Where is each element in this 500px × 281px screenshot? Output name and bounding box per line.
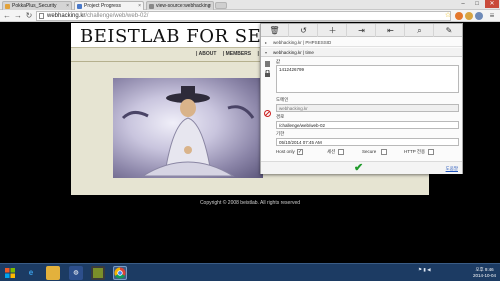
address-host: webhacking.kr — [47, 13, 86, 19]
expires-field[interactable]: 05/10/2014 07:45 AM — [276, 138, 459, 146]
collapse-arrow-icon: ▾ — [265, 50, 268, 55]
page-info-icon — [39, 13, 44, 19]
cookie-row-label: webhacking.kr | PHPSESSID — [273, 40, 332, 45]
cookie-editor-footer: ✔ 도움말 — [261, 161, 462, 174]
import-icon[interactable]: ⇥ — [348, 24, 376, 37]
menu-icon[interactable]: ≡ — [487, 11, 497, 21]
tab-label: view-source:webhacking — [156, 3, 211, 9]
add-cookie-icon[interactable]: ＋ — [319, 24, 347, 37]
expand-arrow-icon: ▸ — [265, 40, 268, 45]
tray-volume-icon[interactable]: ◀ — [427, 267, 430, 272]
back-arrow-icon[interactable]: ← — [2, 11, 12, 21]
maximize-button[interactable]: □ — [470, 0, 484, 8]
app-icon[interactable]: ◍ — [69, 266, 83, 280]
close-tab-icon[interactable]: × — [66, 2, 69, 10]
start-windows-icon[interactable] — [3, 266, 17, 280]
clock-date: 2014-10-04 — [472, 273, 496, 278]
tab-favicon-icon — [5, 4, 10, 9]
tab-favicon-icon — [149, 4, 154, 9]
minimize-button[interactable]: – — [456, 0, 470, 8]
httponly-checkbox[interactable] — [428, 149, 434, 155]
address-bar[interactable]: webhacking.kr/challenge/web/web-02/ — [36, 11, 451, 21]
app-icon[interactable] — [91, 266, 105, 280]
cookie-row-selected[interactable]: ▾ webhacking.kr | time — [261, 48, 462, 57]
help-link[interactable]: 도움말 — [446, 166, 458, 172]
httponly-label: HTTP 전용 — [404, 149, 426, 154]
file-explorer-icon[interactable] — [46, 266, 60, 280]
address-path: /challenge/web/web-02/ — [85, 13, 149, 19]
page-footer: Copyright © 2008 beistlab. All rights re… — [199, 200, 301, 206]
reload-icon[interactable]: ↻ — [24, 11, 34, 21]
extension-icon[interactable] — [475, 12, 483, 20]
browser-tab-active[interactable]: Project Progress × — [74, 1, 144, 10]
tab-label: Project Progress — [84, 3, 121, 9]
expires-label: 기한 — [276, 131, 285, 136]
save-check-icon[interactable]: ✔ — [354, 162, 363, 174]
taskbar-clock[interactable]: 오후 9:46 2014-10-04 — [473, 267, 496, 279]
delete-cookie-icon[interactable] — [264, 60, 271, 67]
bookmark-star-icon[interactable]: ☆ — [443, 11, 453, 21]
meditating-figure-illustration — [121, 86, 255, 177]
secure-label: Secure — [362, 149, 377, 154]
domain-label: 도메인 — [276, 97, 289, 102]
browser-tab-strip: PokkaPlus_Security × Project Progress × … — [0, 0, 500, 10]
cookie-editor-icon[interactable] — [465, 12, 473, 20]
host-only-label: Host only — [276, 149, 295, 154]
tab-label: PokkaPlus_Security — [12, 3, 57, 9]
block-icon[interactable] — [264, 110, 271, 117]
hero-image — [113, 78, 263, 178]
session-checkbox[interactable] — [338, 149, 344, 155]
export-icon[interactable]: ⇤ — [377, 24, 405, 37]
close-window-button[interactable]: ✕ — [485, 0, 499, 8]
session-label: 세션 — [327, 149, 336, 154]
close-tab-icon[interactable]: × — [138, 2, 141, 10]
chrome-icon[interactable] — [113, 266, 127, 280]
forward-arrow-icon[interactable]: → — [13, 11, 23, 21]
reset-icon[interactable]: ↺ — [290, 24, 318, 37]
internet-explorer-icon[interactable]: e — [24, 266, 38, 280]
delete-all-icon[interactable]: 🗑 — [261, 24, 289, 37]
settings-wrench-icon[interactable]: ✎ — [435, 24, 463, 37]
tray-network-icon[interactable]: ▮ — [423, 267, 425, 272]
host-only-checkbox[interactable]: ✓ — [297, 149, 303, 155]
windows-taskbar: e ◍ ⚑ ▮ ◀ 오후 9:46 2014-10-04 — [0, 263, 500, 281]
browser-tab[interactable]: view-source:webhacking × — [146, 1, 214, 10]
path-label: 경로 — [276, 114, 285, 119]
nav-link-members[interactable]: | MEMBERS — [223, 51, 251, 57]
domain-field[interactable]: webhacking.kr — [276, 104, 459, 112]
browser-toolbar: ← → ↻ webhacking.kr/challenge/web/web-02… — [0, 10, 500, 22]
cookie-editor-toolbar: 🗑 ↺ ＋ ⇥ ⇤ ⌕ ✎ — [261, 24, 462, 37]
new-tab-button[interactable] — [215, 2, 227, 9]
site-nav: | ABOUT | MEMBERS | B — [196, 50, 269, 58]
secure-checkbox[interactable] — [381, 149, 387, 155]
extension-icon[interactable] — [455, 12, 463, 20]
tab-favicon-icon — [77, 4, 82, 9]
browser-tab[interactable]: PokkaPlus_Security × — [2, 1, 72, 10]
desktop-screen: PokkaPlus_Security × Project Progress × … — [0, 0, 500, 281]
cookie-row-label: webhacking.kr | time — [273, 50, 314, 55]
cookie-value-field[interactable]: 1412426799 — [276, 65, 459, 93]
search-icon[interactable]: ⌕ — [406, 24, 434, 37]
cookie-row[interactable]: ▸ webhacking.kr | PHPSESSID — [261, 39, 462, 47]
nav-link-about[interactable]: | ABOUT — [196, 51, 216, 57]
tray-flag-icon[interactable]: ⚑ — [418, 267, 422, 272]
cookie-editor-popup: 🗑 ↺ ＋ ⇥ ⇤ ⌕ ✎ ▸ webhacking.kr | PHPSESSI… — [260, 23, 463, 174]
system-tray: ⚑ ▮ ◀ — [418, 267, 478, 279]
lock-icon[interactable] — [264, 70, 271, 77]
close-tab-icon[interactable]: × — [208, 2, 211, 10]
path-field[interactable]: /challenge/web/web-02 — [276, 121, 459, 129]
